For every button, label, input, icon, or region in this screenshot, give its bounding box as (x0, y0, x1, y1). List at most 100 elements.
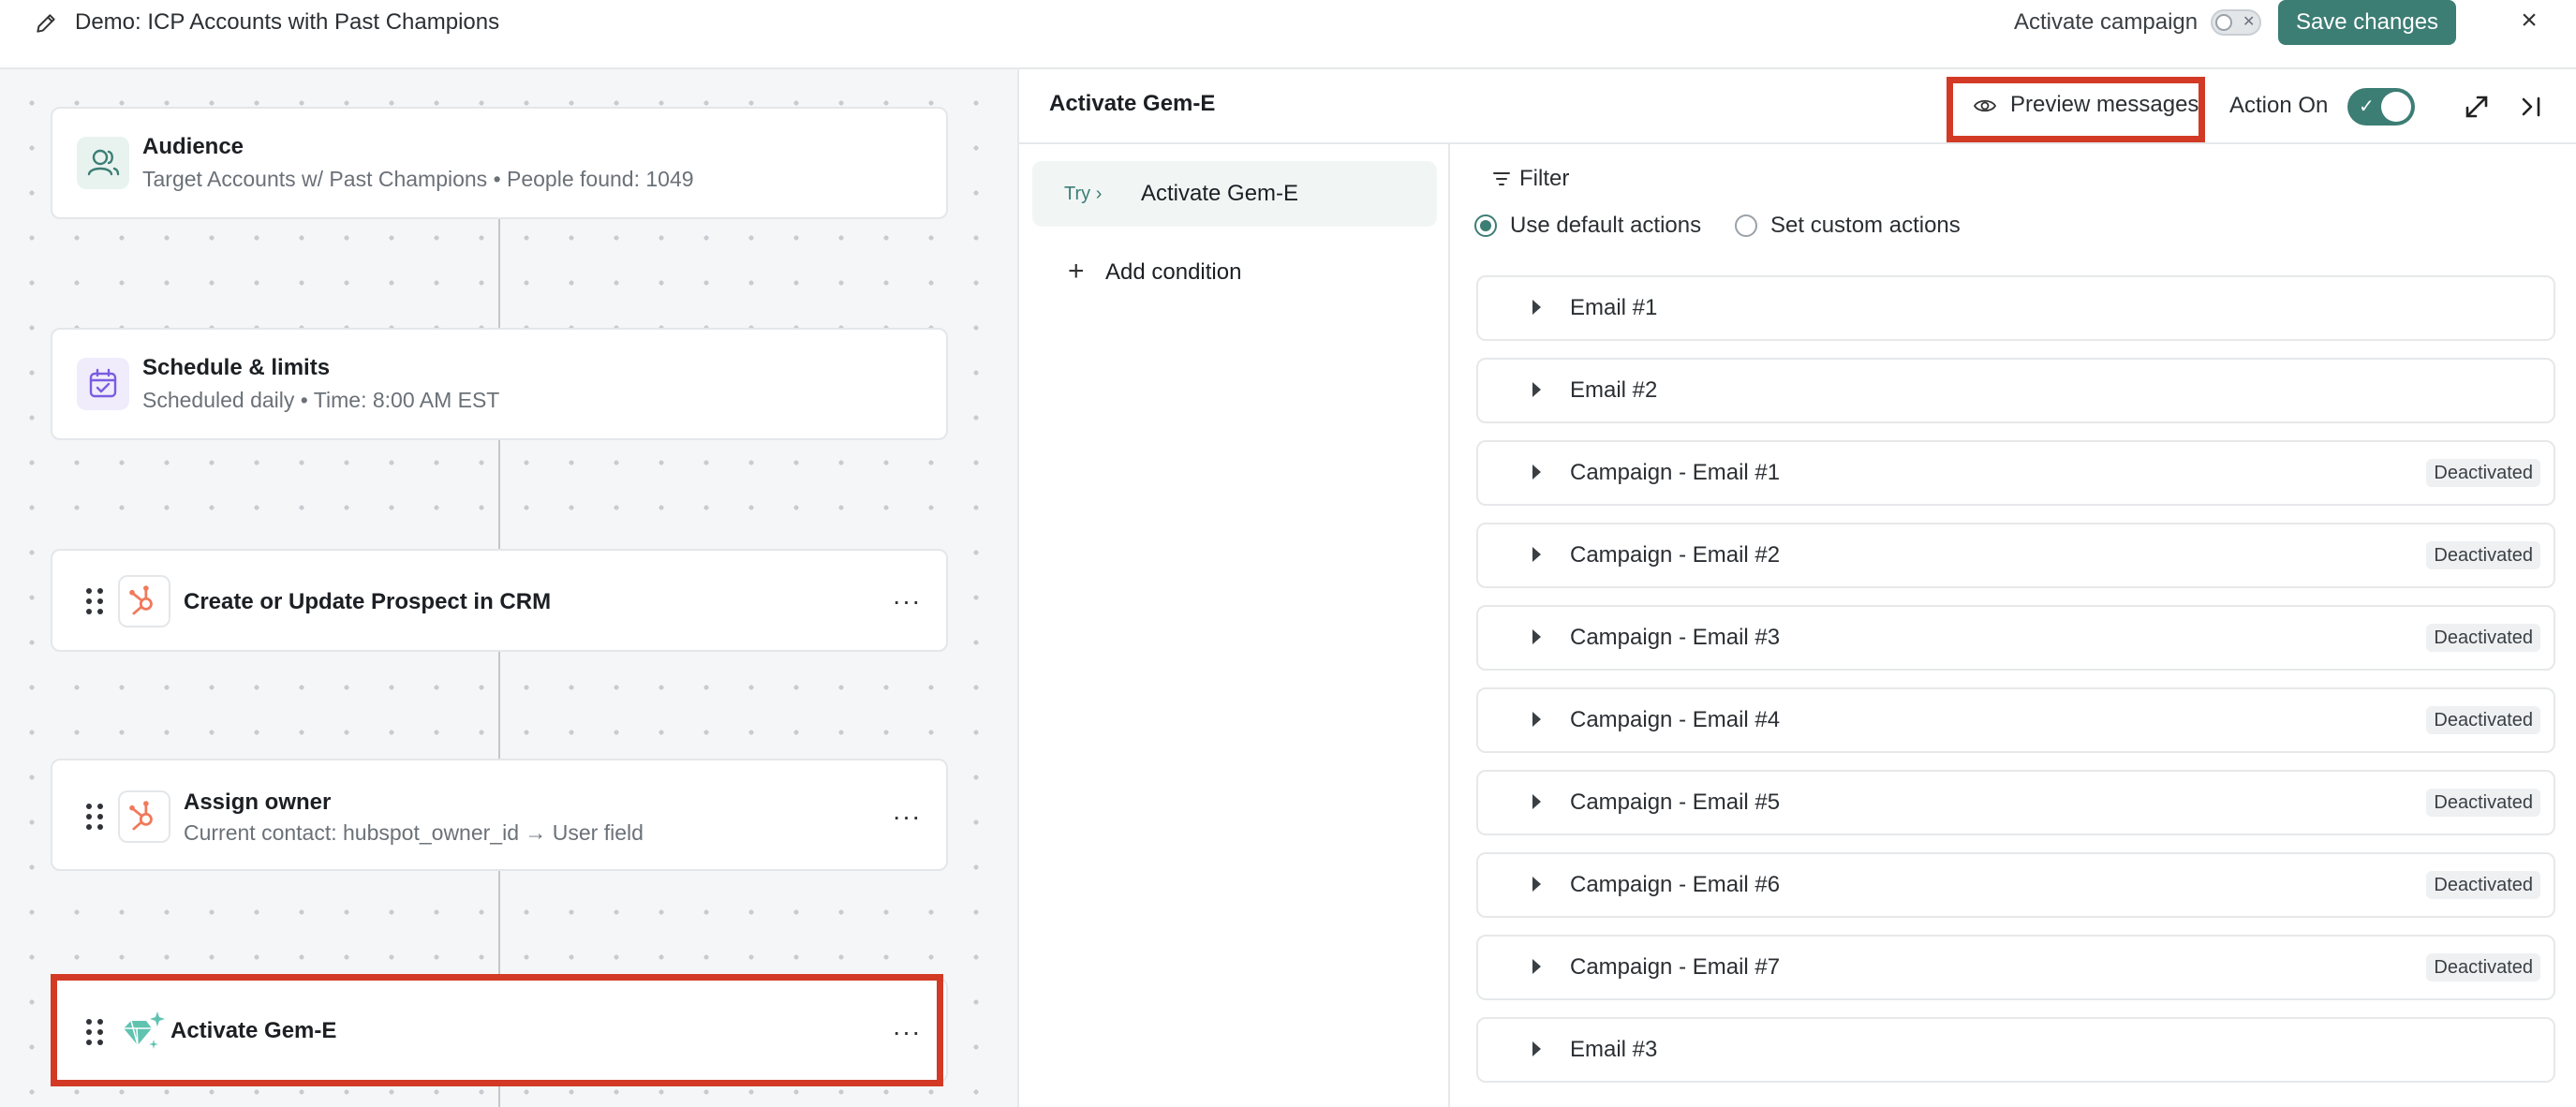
action-row[interactable]: Email #2 (1476, 358, 2555, 423)
expand-caret-icon[interactable] (1532, 877, 1541, 892)
assign-owner-subtitle: Current contact: hubspot_owner_id → User… (184, 820, 644, 845)
panel-header: Activate Gem-E Preview messages Action O… (1019, 69, 2576, 144)
drag-handle-icon[interactable] (86, 588, 105, 614)
gem-sparkle-icon (124, 1011, 165, 1049)
action-label: Campaign - Email #5 (1570, 790, 1781, 815)
radio-custom-actions[interactable]: Set custom actions (1735, 212, 1961, 240)
expand-caret-icon[interactable] (1532, 300, 1541, 315)
panel-title: Activate Gem-E (1049, 91, 1216, 116)
audience-subtitle: Target Accounts w/ Past Champions • Peop… (142, 167, 694, 191)
action-label: Campaign - Email #3 (1570, 625, 1781, 650)
action-label: Email #3 (1570, 1037, 1658, 1062)
action-row[interactable]: Campaign - Email #1 Deactivated (1476, 440, 2555, 506)
condition-label: Activate Gem-E (1141, 181, 1299, 206)
campaign-title[interactable]: Demo: ICP Accounts with Past Champions (75, 7, 499, 37)
action-row[interactable]: Campaign - Email #4 Deactivated (1476, 687, 2555, 753)
action-row[interactable]: Campaign - Email #5 Deactivated (1476, 770, 2555, 835)
expand-caret-icon[interactable] (1532, 382, 1541, 397)
expand-caret-icon[interactable] (1532, 629, 1541, 644)
check-icon: ✓ (2359, 96, 2375, 117)
schedule-node[interactable]: Schedule & limits Scheduled daily • Time… (51, 328, 948, 440)
plus-icon: + (1068, 256, 1085, 287)
assign-owner-title: Assign owner (184, 790, 332, 815)
status-badge: Deactivated (2426, 541, 2540, 569)
status-badge: Deactivated (2426, 871, 2540, 899)
schedule-title: Schedule & limits (142, 355, 331, 380)
more-options-icon[interactable]: ··· (892, 804, 922, 830)
expand-caret-icon[interactable] (1532, 465, 1541, 480)
workflow-canvas[interactable]: Audience Target Accounts w/ Past Champio… (0, 69, 1019, 1107)
audience-title: Audience (142, 134, 244, 159)
crm-title: Create or Update Prospect in CRM (184, 589, 552, 614)
action-label: Campaign - Email #6 (1570, 872, 1781, 897)
more-options-icon[interactable]: ··· (892, 1019, 922, 1045)
actions-column: Filter Use default actions Set custom ac… (1450, 144, 2576, 1107)
status-badge: Deactivated (2426, 953, 2540, 982)
action-label: Campaign - Email #7 (1570, 954, 1781, 980)
action-panel: Activate Gem-E Preview messages Action O… (1019, 69, 2576, 1107)
radio-default-label: Use default actions (1510, 213, 1702, 238)
add-condition-label: Add condition (1105, 259, 1242, 285)
status-badge: Deactivated (2426, 706, 2540, 734)
condition-item[interactable]: Try › Activate Gem-E (1032, 161, 1437, 227)
expand-caret-icon[interactable] (1532, 794, 1541, 809)
action-label: Email #1 (1570, 295, 1658, 320)
action-label: Campaign - Email #2 (1570, 542, 1781, 568)
schedule-subtitle: Scheduled daily • Time: 8:00 AM EST (142, 388, 500, 412)
action-row[interactable]: Campaign - Email #3 Deactivated (1476, 605, 2555, 671)
connector-line (498, 1081, 500, 1107)
hubspot-icon (118, 575, 170, 627)
radio-custom-label: Set custom actions (1770, 213, 1961, 238)
drag-handle-icon[interactable] (86, 1019, 105, 1045)
action-on-label: Action On (2229, 93, 2329, 118)
audience-node[interactable]: Audience Target Accounts w/ Past Champio… (51, 107, 948, 219)
status-badge: Deactivated (2426, 459, 2540, 487)
expand-caret-icon[interactable] (1532, 712, 1541, 727)
action-label: Campaign - Email #1 (1570, 460, 1781, 485)
close-icon[interactable]: × (2514, 6, 2544, 36)
action-label: Campaign - Email #4 (1570, 707, 1781, 732)
drag-handle-icon[interactable] (86, 804, 105, 830)
action-row[interactable]: Campaign - Email #6 Deactivated (1476, 852, 2555, 918)
action-on-toggle[interactable]: ✓ (2347, 88, 2415, 125)
more-options-icon[interactable]: ··· (892, 588, 922, 614)
action-label: Email #2 (1570, 377, 1658, 403)
filter-icon (1493, 172, 1510, 185)
toggle-knob (2215, 14, 2232, 31)
toggle-knob (2381, 92, 2411, 122)
calendar-icon (77, 358, 129, 410)
status-badge: Deactivated (2426, 789, 2540, 817)
crm-node[interactable]: Create or Update Prospect in CRM ··· (51, 549, 948, 652)
expand-caret-icon[interactable] (1532, 547, 1541, 562)
top-bar: Demo: ICP Accounts with Past Champions A… (0, 0, 2576, 69)
collapse-panel-icon[interactable] (2516, 92, 2546, 122)
expand-caret-icon[interactable] (1532, 1041, 1541, 1056)
filter-button[interactable]: Filter (1493, 165, 1569, 193)
toggle-off-icon: ✕ (2243, 14, 2256, 30)
preview-messages-button[interactable]: Preview messages (1969, 86, 2198, 124)
activate-campaign-label: Activate campaign (2014, 9, 2198, 35)
add-condition-button[interactable]: + Add condition (1068, 256, 1242, 287)
eye-icon (1973, 99, 1997, 112)
expand-caret-icon[interactable] (1532, 959, 1541, 974)
action-row[interactable]: Campaign - Email #7 Deactivated (1476, 935, 2555, 1000)
assign-owner-node[interactable]: Assign owner Current contact: hubspot_ow… (51, 759, 948, 871)
save-changes-button[interactable]: Save changes (2278, 0, 2456, 45)
status-badge: Deactivated (2426, 624, 2540, 652)
filter-label: Filter (1519, 166, 1570, 191)
radio-selected (1474, 214, 1497, 237)
try-label: Try › (1064, 184, 1103, 204)
expand-icon[interactable] (2462, 92, 2492, 122)
hubspot-icon (118, 790, 170, 843)
action-row[interactable]: Email #3 (1476, 1017, 2555, 1083)
activate-campaign-toggle[interactable]: ✕ (2211, 9, 2261, 36)
radio-default-actions[interactable]: Use default actions (1474, 212, 1701, 240)
action-row[interactable]: Email #1 (1476, 275, 2555, 341)
activate-gem-node[interactable]: Activate Gem-E ··· (51, 978, 948, 1083)
radio-unselected (1735, 214, 1757, 237)
edit-pencil-icon[interactable] (34, 11, 58, 36)
conditions-column: Try › Activate Gem-E + Add condition (1019, 144, 1450, 1107)
preview-messages-label: Preview messages (2010, 92, 2199, 117)
action-row[interactable]: Campaign - Email #2 Deactivated (1476, 523, 2555, 588)
activate-gem-title: Activate Gem-E (170, 1018, 337, 1043)
